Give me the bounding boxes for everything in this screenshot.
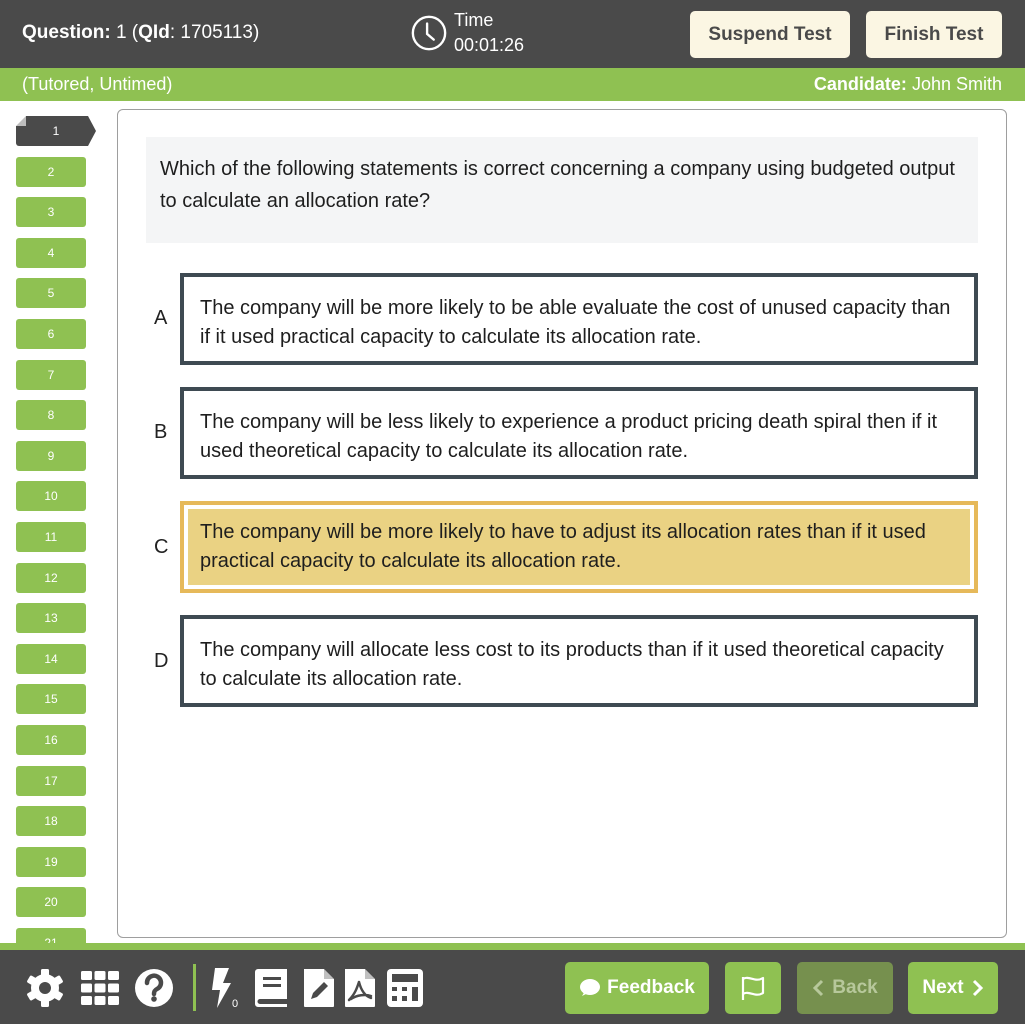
question-stem: Which of the following statements is cor… bbox=[146, 137, 978, 243]
question-panel: Which of the following statements is cor… bbox=[117, 109, 1007, 938]
current-marker bbox=[16, 116, 26, 126]
question-nav-number: 7 bbox=[47, 367, 55, 382]
question-nav-number: 12 bbox=[44, 570, 58, 585]
question-nav-number: 9 bbox=[47, 448, 55, 463]
option-a[interactable]: The company will be more likely to be ab… bbox=[180, 273, 978, 365]
question-nav-number: 6 bbox=[47, 327, 55, 341]
test-mode: (Tutored, Untimed) bbox=[22, 74, 173, 94]
question-nav-item-9[interactable]: 9 bbox=[16, 440, 86, 471]
feedback-label: Feedback bbox=[607, 977, 695, 998]
timer: Time 00:01:26 bbox=[410, 8, 524, 58]
question-nav-number: 14 bbox=[44, 651, 58, 666]
feedback-button[interactable]: Feedback bbox=[565, 962, 709, 1014]
book-icon[interactable] bbox=[251, 968, 291, 1008]
question-nav-number: 5 bbox=[47, 286, 55, 301]
question-nav-number: 20 bbox=[44, 895, 58, 910]
question-nav-item-4[interactable]: 4 bbox=[16, 237, 86, 268]
question-nav-item-20[interactable]: 20 bbox=[16, 887, 86, 918]
question-nav-item-12[interactable]: 12 bbox=[16, 562, 86, 593]
clock-icon bbox=[411, 15, 447, 51]
question-nav-item-13[interactable]: 13 bbox=[16, 603, 86, 634]
lightning-icon[interactable]: 0 bbox=[207, 968, 241, 1008]
finish-test-button[interactable]: Finish Test bbox=[866, 11, 1002, 58]
option-b-text: The company will be less likely to exper… bbox=[200, 411, 938, 462]
question-nav-number: 2 bbox=[47, 164, 55, 179]
question-nav-number: 8 bbox=[47, 408, 55, 423]
question-nav-item-19[interactable]: 19 bbox=[16, 846, 86, 877]
flag-icon bbox=[741, 976, 765, 1000]
suspend-test-button[interactable]: Suspend Test bbox=[690, 11, 850, 58]
back-button[interactable]: Back bbox=[797, 962, 893, 1014]
qid-label: QId bbox=[138, 22, 170, 43]
option-d-text: The company will allocate less cost to i… bbox=[200, 639, 944, 690]
question-label: Question: bbox=[22, 22, 111, 43]
question-nav-item-1[interactable]: 1 bbox=[16, 116, 96, 146]
option-c-letter: C bbox=[154, 536, 169, 558]
option-a-letter: A bbox=[154, 307, 168, 329]
next-label: Next bbox=[922, 977, 964, 998]
candidate-info: Candidate: John Smith bbox=[814, 74, 1002, 95]
flag-button[interactable] bbox=[725, 962, 781, 1014]
toolbar-divider bbox=[193, 964, 196, 1011]
time-value: 00:01:26 bbox=[454, 35, 525, 55]
chevron-left-icon bbox=[813, 979, 824, 997]
candidate-name: John Smith bbox=[911, 74, 1002, 94]
notes-icon[interactable] bbox=[302, 968, 336, 1008]
question-nav-item-2[interactable]: 2 bbox=[16, 156, 86, 187]
question-nav-number: 11 bbox=[44, 530, 58, 544]
speech-bubble-icon bbox=[580, 979, 601, 996]
chevron-right-icon bbox=[972, 979, 983, 997]
question-nav-number: 15 bbox=[44, 692, 58, 707]
question-nav-number: 4 bbox=[47, 245, 55, 260]
option-b-letter: B bbox=[154, 421, 168, 443]
question-nav-item-14[interactable]: 14 bbox=[16, 643, 86, 674]
lightning-count: 0 bbox=[232, 998, 238, 1008]
question-nav-item-3[interactable]: 3 bbox=[16, 197, 86, 228]
option-d-letter: D bbox=[154, 650, 169, 672]
question-nav-item-7[interactable]: 7 bbox=[16, 359, 86, 390]
option-c-text: The company will be more likely to have … bbox=[188, 509, 970, 585]
question-nav-item-10[interactable]: 10 bbox=[16, 481, 86, 512]
question-nav-item-21[interactable]: 21 bbox=[16, 928, 86, 943]
back-label: Back bbox=[832, 977, 878, 998]
next-button[interactable]: Next bbox=[908, 962, 998, 1014]
option-a-text: The company will be more likely to be ab… bbox=[200, 297, 951, 348]
question-nav-item-11[interactable]: 11 bbox=[16, 522, 86, 552]
help-icon[interactable] bbox=[134, 968, 174, 1008]
option-b[interactable]: The company will be less likely to exper… bbox=[180, 387, 978, 479]
question-nav-item-6[interactable]: 6 bbox=[16, 319, 86, 349]
question-nav-number: 17 bbox=[44, 773, 58, 788]
question-nav-item-15[interactable]: 15 bbox=[16, 684, 86, 715]
question-navigator: 1 2 3 4 5 6 7 8 9 10 11 12 13 14 15 16 17 18 19 20 21 bbox=[0, 101, 110, 943]
grid-icon[interactable] bbox=[80, 968, 120, 1008]
option-c[interactable]: The company will be more likely to have … bbox=[180, 501, 978, 593]
question-nav-number: 16 bbox=[44, 733, 58, 747]
candidate-label: Candidate: bbox=[813, 74, 907, 94]
pdf-icon[interactable] bbox=[343, 968, 377, 1008]
question-nav-number: 21 bbox=[44, 936, 58, 943]
qid-value: 1705113 bbox=[180, 22, 253, 43]
question-nav-item-5[interactable]: 5 bbox=[16, 278, 86, 309]
question-nav-item-18[interactable]: 18 bbox=[16, 806, 86, 837]
question-info: Question: 1 (QId: 1705113) bbox=[22, 22, 260, 43]
question-nav-item-16[interactable]: 16 bbox=[16, 725, 86, 755]
question-nav-number: 1 bbox=[52, 124, 60, 138]
question-number: 1 bbox=[115, 22, 127, 43]
gear-icon[interactable] bbox=[25, 968, 65, 1008]
sub-header: (Tutored, Untimed) Candidate: John Smith bbox=[0, 68, 1025, 101]
question-nav-item-8[interactable]: 8 bbox=[16, 400, 86, 431]
question-nav-number: 10 bbox=[44, 489, 58, 504]
question-nav-item-17[interactable]: 17 bbox=[16, 765, 86, 796]
question-nav-number: 13 bbox=[44, 611, 58, 626]
question-nav-number: 3 bbox=[47, 205, 55, 220]
question-nav-number: 19 bbox=[44, 854, 58, 869]
option-d[interactable]: The company will allocate less cost to i… bbox=[180, 615, 978, 707]
question-nav-number: 18 bbox=[44, 814, 58, 829]
footer-accent bbox=[0, 943, 1025, 950]
time-label: Time bbox=[454, 10, 494, 30]
calculator-icon[interactable] bbox=[385, 968, 425, 1008]
top-bar: Question: 1 (QId: 1705113) Time 00:01:26… bbox=[0, 0, 1025, 68]
